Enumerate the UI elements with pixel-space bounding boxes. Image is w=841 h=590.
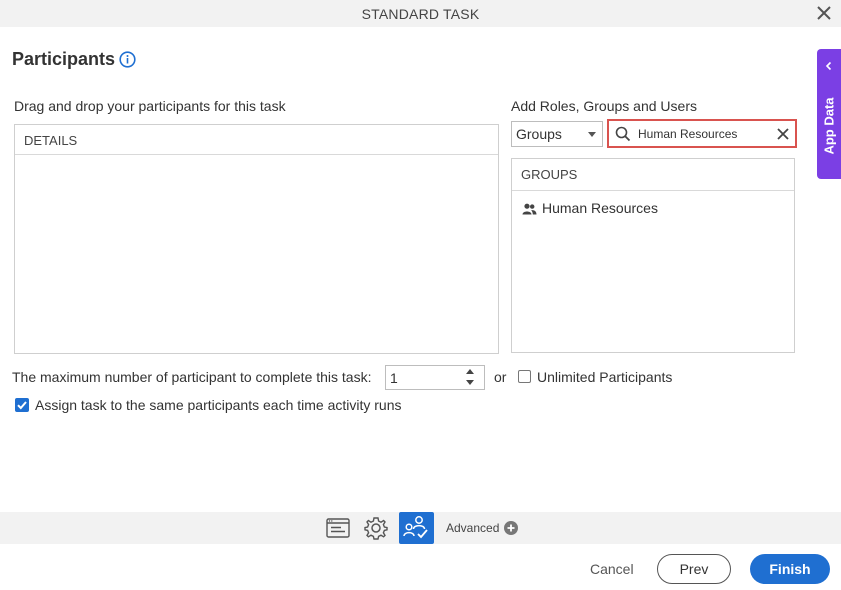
finish-button[interactable]: Finish (750, 554, 830, 584)
participants-drop-zone[interactable]: DETAILS (14, 124, 499, 354)
type-select-value: Groups (516, 126, 562, 142)
dropdown-arrow-icon (588, 132, 596, 137)
details-header: DETAILS (15, 125, 498, 155)
page-title: Participants (12, 49, 116, 69)
advanced-label[interactable]: Advanced (446, 521, 499, 535)
group-label: Human Resources (542, 200, 658, 216)
unlimited-participants-label: Unlimited Participants (537, 369, 673, 385)
info-icon[interactable] (119, 51, 136, 68)
participants-icon[interactable] (399, 512, 434, 544)
increment-icon[interactable] (466, 369, 474, 374)
search-input[interactable]: Human Resources (607, 119, 797, 148)
window-title: STANDARD TASK (361, 6, 480, 22)
assign-same-participants-checkbox[interactable] (15, 398, 29, 412)
chevron-left-icon (825, 61, 832, 71)
unlimited-participants-checkbox[interactable] (518, 370, 531, 383)
bottom-toolbar: Advanced (0, 512, 841, 544)
close-icon[interactable] (815, 4, 833, 22)
cancel-button[interactable]: Cancel (590, 561, 634, 577)
groups-header: GROUPS (512, 159, 794, 191)
prev-button[interactable]: Prev (657, 554, 731, 584)
add-roles-label: Add Roles, Groups and Users (511, 98, 697, 114)
drag-drop-label: Drag and drop your participants for this… (14, 98, 286, 114)
group-icon (522, 203, 537, 215)
plus-circle-icon[interactable] (504, 521, 518, 535)
stepper-value: 1 (390, 370, 398, 386)
gear-icon[interactable] (362, 514, 390, 542)
decrement-icon[interactable] (466, 380, 474, 385)
or-text: or (494, 369, 507, 385)
checkmark-icon (17, 401, 27, 410)
search-value: Human Resources (638, 127, 738, 141)
groups-list: GROUPS Human Resources (511, 158, 795, 353)
clear-search-icon[interactable] (776, 127, 790, 141)
title-bar: STANDARD TASK (0, 0, 841, 27)
app-data-tab[interactable]: App Data (817, 49, 841, 179)
search-icon (615, 126, 631, 142)
assign-same-participants-label: Assign task to the same participants eac… (35, 397, 402, 413)
max-participants-label: The maximum number of participant to com… (12, 369, 372, 385)
form-icon[interactable] (324, 514, 352, 542)
max-participants-stepper[interactable]: 1 (385, 365, 485, 390)
app-data-label: App Data (821, 97, 837, 155)
type-select[interactable]: Groups (511, 121, 603, 147)
